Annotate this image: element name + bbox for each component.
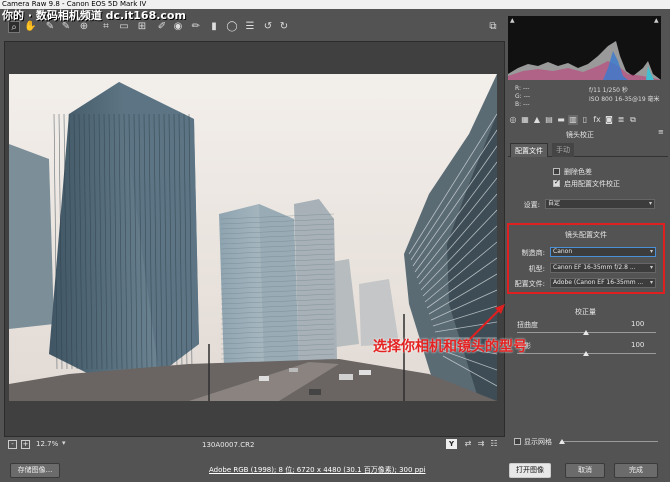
spot-removal-tool-icon[interactable]: ✐: [156, 21, 168, 33]
zoom-level[interactable]: 12.7%: [36, 440, 58, 448]
grid-size-slider[interactable]: [560, 441, 658, 442]
iso-lens: ISO 800 16-35@19 毫米: [589, 96, 660, 103]
rotate-ccw-icon[interactable]: ↺: [262, 21, 274, 33]
aperture-shutter: f/11 1/250 秒: [589, 87, 628, 94]
chevron-down-icon[interactable]: ▾: [62, 439, 66, 447]
graduated-filter-icon[interactable]: ▮: [208, 21, 220, 33]
before-after-toggle-icon[interactable]: Y: [446, 439, 457, 449]
distortion-value[interactable]: 100: [631, 320, 644, 328]
toggle-defaults-icon[interactable]: ☷: [488, 439, 500, 449]
workflow-options-link[interactable]: Adobe RGB (1998); 8 位; 6720 x 4480 (30.1…: [209, 465, 426, 475]
detail-icon[interactable]: ▲: [532, 115, 542, 125]
highlight-clipping-icon[interactable]: ▲: [654, 17, 659, 24]
r-readout: R: ---: [515, 85, 530, 92]
done-button[interactable]: 完成: [614, 463, 658, 478]
vignetting-slider-thumb[interactable]: [583, 351, 589, 356]
hand-tool-icon[interactable]: ✋: [24, 21, 36, 33]
panel-tabs: ◎ ▦ ▲ ▤ ▬ ▥ ▯ fx ◙ ≣ ⧉: [508, 115, 668, 127]
panel-menu-icon[interactable]: ≡: [658, 128, 664, 136]
color-sampler-tool-icon[interactable]: ✎: [60, 21, 72, 33]
zoom-in-button[interactable]: +: [21, 440, 30, 449]
window-title: Camera Raw 9.8 - Canon EOS 5D Mark IV: [0, 0, 670, 9]
g-readout: G: ---: [515, 93, 531, 100]
crop-tool-icon[interactable]: ⌗: [100, 21, 112, 33]
straighten-tool-icon[interactable]: ▭: [118, 21, 130, 33]
cancel-button[interactable]: 取消: [565, 463, 605, 478]
basic-panel-icon[interactable]: ◎: [508, 115, 518, 125]
hsl-icon[interactable]: ▤: [544, 115, 554, 125]
presets-icon[interactable]: ≣: [616, 115, 626, 125]
save-image-button[interactable]: 存储图像...: [10, 463, 60, 478]
open-image-button[interactable]: 打开图像: [509, 463, 551, 478]
b-readout: B: ---: [515, 101, 530, 108]
grid-size-slider-thumb[interactable]: [559, 439, 565, 444]
lens-subtabs: 配置文件 手动: [508, 143, 668, 157]
fullscreen-icon[interactable]: ⧉: [487, 21, 499, 33]
show-grid-label: 显示网格: [524, 438, 552, 446]
swap-icon[interactable]: ⇄: [462, 439, 474, 449]
histogram: [508, 16, 661, 80]
remove-ca-checkbox[interactable]: [553, 168, 560, 175]
radial-filter-icon[interactable]: ◯: [226, 21, 238, 33]
red-eye-tool-icon[interactable]: ◉: [172, 21, 184, 33]
remove-ca-label: 删除色差: [564, 168, 592, 176]
show-grid-checkbox[interactable]: [514, 438, 521, 445]
chevron-down-icon: ▾: [648, 200, 652, 207]
filename: 130A0007.CR2: [202, 441, 255, 449]
rgb-readout: R: --- G: --- B: ---: [515, 85, 530, 109]
effects-icon[interactable]: fx: [592, 115, 602, 125]
split-toning-icon[interactable]: ▬: [556, 115, 566, 125]
rotate-cw-icon[interactable]: ↻: [278, 21, 290, 33]
shadow-clipping-icon[interactable]: ▲: [510, 17, 515, 24]
setup-label: 设置:: [523, 201, 540, 209]
distortion-label: 扭曲度: [517, 321, 538, 329]
preferences-icon[interactable]: ☰: [244, 21, 256, 33]
transform-icon[interactable]: ▯: [580, 115, 590, 125]
annotation-text: 选择你相机和镜头的型号: [373, 339, 527, 355]
panel-title: 镜头校正: [566, 131, 594, 139]
adjustment-brush-icon[interactable]: ✏: [190, 21, 202, 33]
zoom-tool-icon[interactable]: ⌕: [8, 21, 20, 33]
tab-profile[interactable]: 配置文件: [510, 143, 548, 157]
lens-corrections-icon[interactable]: ▥: [568, 115, 578, 125]
enable-profile-checkbox[interactable]: [553, 178, 560, 187]
snapshots-icon[interactable]: ⧉: [628, 115, 638, 125]
zoom-out-button[interactable]: -: [8, 440, 17, 449]
transform-tool-icon[interactable]: ⊞: [136, 21, 148, 33]
watermark: 你的 · 数码相机频道 dc.it168.com: [2, 9, 186, 22]
white-balance-tool-icon[interactable]: ✎: [44, 21, 56, 33]
amount-title: 校正量: [575, 308, 596, 316]
distortion-slider-thumb[interactable]: [583, 330, 589, 335]
vignetting-value[interactable]: 100: [631, 341, 644, 349]
camera-calibration-icon[interactable]: ◙: [604, 115, 614, 125]
tab-manual[interactable]: 手动: [552, 143, 574, 157]
enable-profile-label: 启用配置文件校正: [564, 180, 620, 188]
copy-settings-icon[interactable]: ⇉: [475, 439, 487, 449]
targeted-adjustment-tool-icon[interactable]: ⊕: [78, 21, 90, 33]
setup-select[interactable]: 自定 ▾: [545, 199, 655, 209]
highlight-box: [507, 223, 665, 294]
setup-value: 自定: [548, 200, 561, 207]
footer: 存储图像... Adobe RGB (1998); 8 位; 6720 x 44…: [0, 455, 670, 482]
tone-curve-icon[interactable]: ▦: [520, 115, 530, 125]
exif-info: f/11 1/250 秒 ISO 800 16-35@19 毫米: [589, 86, 660, 104]
preview-statusbar: - + 12.7% ▾ 130A0007.CR2 Y ⇄ ⇉ ☷: [4, 437, 505, 452]
